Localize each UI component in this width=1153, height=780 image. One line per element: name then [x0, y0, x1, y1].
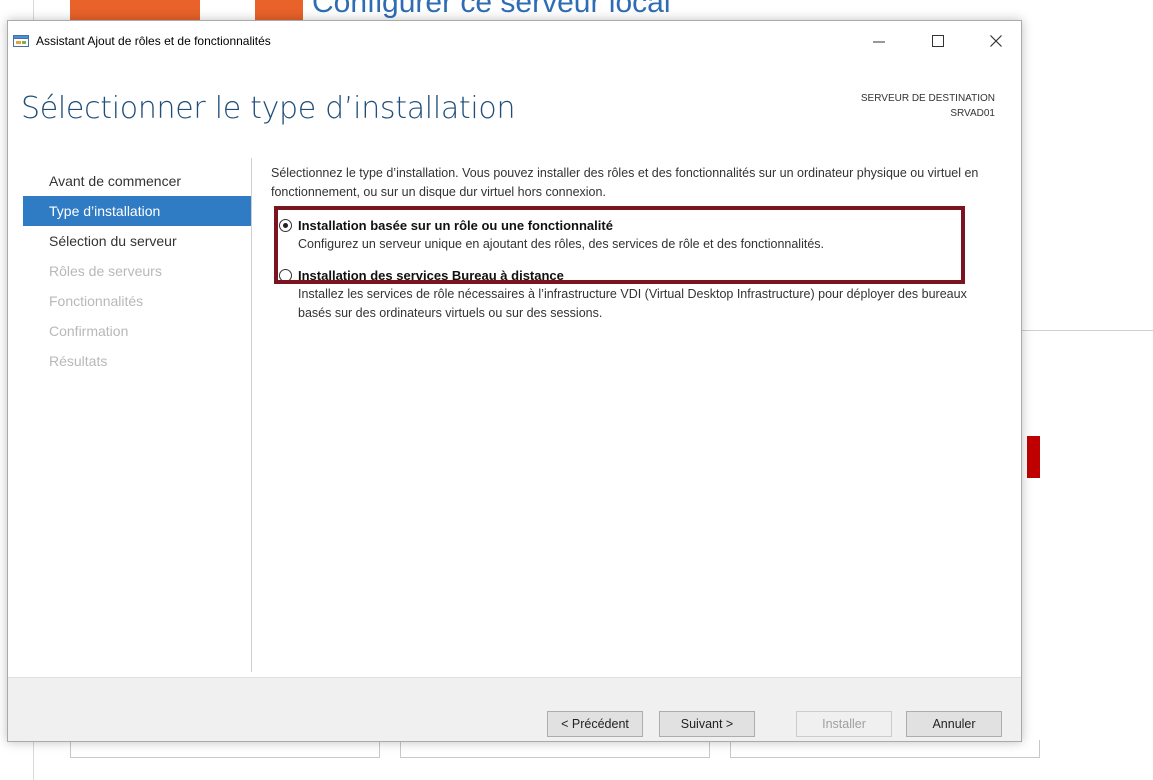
close-button[interactable]: [980, 27, 1012, 55]
background-red-indicator: [1027, 436, 1040, 478]
next-button[interactable]: Suivant >: [659, 711, 755, 737]
nav-item-roles-serveurs: Rôles de serveurs: [49, 263, 162, 279]
wizard-footer: < Précédent Suivant > Installer Annuler: [8, 677, 1021, 741]
background-tile: [70, 740, 380, 758]
destination-server-label: SERVEUR DE DESTINATION: [860, 93, 995, 104]
wizard-navigation: Avant de commencer Type d’installation S…: [23, 166, 251, 376]
nav-item-confirmation: Confirmation: [49, 323, 129, 339]
cancel-button[interactable]: Annuler: [906, 711, 1002, 737]
background-title: Configurer ce serveur local: [312, 0, 671, 19]
destination-server-name: SRVAD01: [950, 108, 995, 119]
nav-item-fonctionnalites: Fonctionnalités: [49, 293, 144, 309]
install-button[interactable]: Installer: [796, 711, 892, 737]
highlight-box: [274, 206, 965, 284]
background-orange-icon: [255, 0, 303, 20]
minimize-icon: [873, 41, 885, 43]
maximize-icon: [932, 35, 944, 47]
background-orange-tile: [70, 0, 200, 20]
nav-item-resultats: Résultats: [49, 353, 108, 369]
close-icon: [990, 35, 1002, 47]
nav-item-selection-serveur[interactable]: Sélection du serveur: [23, 226, 251, 256]
window-title: Assistant Ajout de rôles et de fonctionn…: [36, 34, 271, 48]
background-panel-line: [1020, 330, 1153, 331]
minimize-button[interactable]: [863, 27, 895, 55]
title-bar[interactable]: Assistant Ajout de rôles et de fonctionn…: [8, 21, 1021, 61]
option-description: Installez les services de rôle nécessair…: [298, 287, 967, 320]
wizard-app-icon: [13, 34, 29, 48]
nav-item-type-installation[interactable]: Type d’installation: [23, 196, 251, 226]
nav-item-avant-de-commencer[interactable]: Avant de commencer: [23, 166, 251, 196]
maximize-button[interactable]: [922, 27, 954, 55]
background-tile: [400, 740, 710, 758]
nav-divider: [251, 158, 252, 672]
wizard-window: Assistant Ajout de rôles et de fonctionn…: [7, 20, 1022, 742]
previous-button[interactable]: < Précédent: [547, 711, 643, 737]
intro-text: Sélectionnez le type d’installation. Vou…: [271, 166, 979, 199]
background-tile: [730, 740, 1040, 758]
page-title: Sélectionner le type d’installation: [21, 91, 516, 126]
